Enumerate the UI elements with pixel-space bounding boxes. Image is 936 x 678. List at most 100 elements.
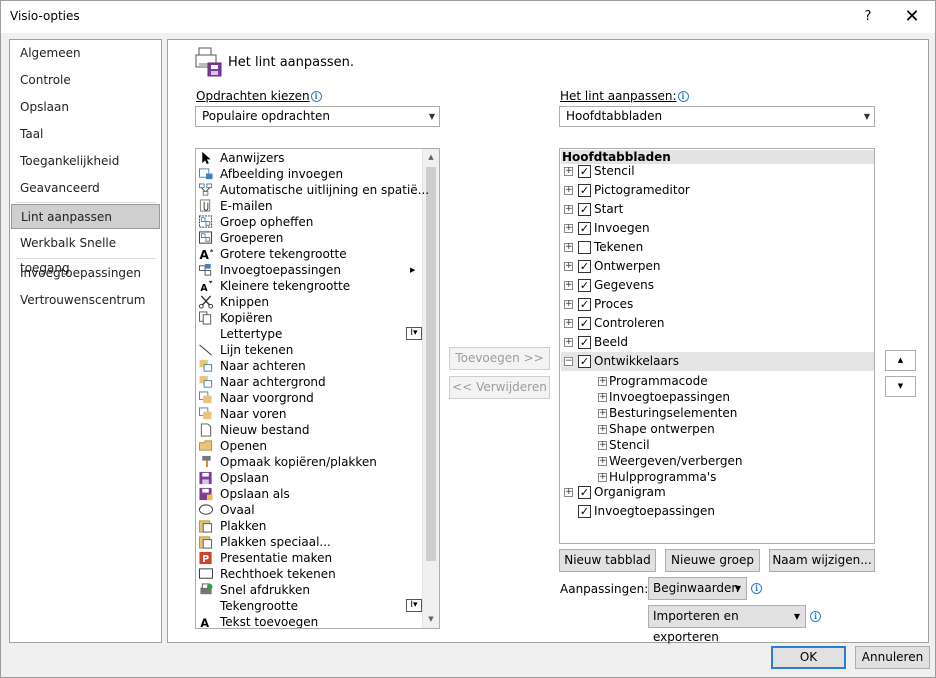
help-button[interactable]: ? [853, 5, 883, 29]
rename-button[interactable]: Naam wijzigen... [769, 549, 875, 572]
nav-item-lint-aanpassen[interactable]: Lint aanpassen [11, 204, 160, 229]
tree-tab-item[interactable]: + ✓ Stencil [561, 162, 874, 181]
nav-item-invoegtoepassingen[interactable]: Invoegtoepassingen [11, 261, 160, 286]
tab-checkbox[interactable]: ✓ [578, 203, 591, 216]
tab-checkbox[interactable]: ✓ [578, 486, 591, 499]
nav-item-toegankelijkheid[interactable]: Toegankelijkheid [11, 149, 160, 174]
move-up-button[interactable]: ▲ [885, 350, 916, 371]
add-button[interactable]: Toevoegen >> [449, 347, 550, 370]
nav-item-controle[interactable]: Controle [11, 68, 160, 93]
tab-checkbox[interactable]: ✓ [578, 184, 591, 197]
scroll-thumb[interactable] [426, 167, 436, 561]
nav-item-geavanceerd[interactable]: Geavanceerd [11, 176, 160, 201]
tab-checkbox[interactable]: ✓ [578, 336, 591, 349]
scroll-down-icon[interactable]: ▼ [423, 611, 439, 628]
tree-tab-item[interactable]: + ✓ Ontwerpen [561, 257, 874, 276]
command-item[interactable]: Naar voorgrond [198, 390, 420, 406]
reset-dropdown[interactable]: Beginwaarden ▼ [648, 577, 747, 600]
import-export-dropdown[interactable]: Importeren en exporteren ▼ [648, 605, 806, 644]
close-button[interactable]: ✕ [897, 5, 927, 29]
nav-item-algemeen[interactable]: Algemeen [11, 41, 160, 66]
collapse-icon[interactable]: − [564, 357, 573, 366]
command-item[interactable]: E-mailen [198, 198, 420, 214]
command-item[interactable]: Tekengrootte I▾ [198, 598, 422, 614]
expand-icon[interactable]: + [564, 262, 573, 271]
command-item[interactable]: Ovaal [198, 502, 420, 518]
command-item[interactable]: Naar achteren [198, 358, 420, 374]
ribbon-tabs-select[interactable]: Hoofdtabbladen ▼ [559, 106, 875, 127]
scroll-up-icon[interactable]: ▲ [423, 149, 439, 166]
info-icon[interactable]: i [751, 583, 762, 594]
command-item[interactable]: Opslaan [198, 470, 420, 486]
tab-checkbox[interactable]: ✓ [578, 279, 591, 292]
tab-checkbox[interactable]: ✓ [578, 317, 591, 330]
info-icon[interactable]: i [810, 611, 821, 622]
expand-icon[interactable]: + [564, 300, 573, 309]
ok-button[interactable]: OK [771, 646, 846, 669]
nav-item-werkbalk-snelle-toegang[interactable]: Werkbalk Snelle toegang [11, 231, 160, 275]
command-item[interactable]: Rechthoek tekenen [198, 566, 420, 582]
command-item[interactable]: Lettertype I▾ [198, 326, 422, 342]
expand-icon[interactable]: + [598, 441, 607, 450]
tab-checkbox[interactable]: ✓ [578, 165, 591, 178]
tree-tab-item[interactable]: + ✓ Invoegen [561, 219, 874, 238]
expand-icon[interactable]: + [598, 457, 607, 466]
command-item[interactable]: Opslaan als [198, 486, 420, 502]
expand-icon[interactable]: + [564, 338, 573, 347]
commands-source-select[interactable]: Populaire opdrachten ▼ [195, 106, 440, 127]
tree-tab-item[interactable]: − ✓ Ontwikkelaars [561, 352, 874, 371]
expand-icon[interactable]: + [598, 425, 607, 434]
command-item[interactable]: Groeperen [198, 230, 420, 246]
command-item[interactable]: A Tekst toevoegen [198, 614, 420, 628]
info-icon[interactable]: i [677, 91, 689, 102]
command-item[interactable]: Lijn tekenen [198, 342, 420, 358]
tab-checkbox[interactable] [578, 241, 591, 254]
tab-checkbox[interactable]: ✓ [578, 355, 591, 368]
expand-icon[interactable]: + [598, 377, 607, 386]
command-item[interactable]: Naar achtergrond [198, 374, 420, 390]
command-item[interactable]: Opmaak kopiëren/plakken [198, 454, 420, 470]
expand-icon[interactable]: + [564, 319, 573, 328]
new-tab-button[interactable]: Nieuw tabblad [559, 549, 656, 572]
tree-tab-item[interactable]: ✓ Invoegtoepassingen [561, 502, 874, 521]
tab-checkbox[interactable]: ✓ [578, 260, 591, 273]
command-item[interactable]: Kopiëren [198, 310, 420, 326]
command-item[interactable]: Snel afdrukken [198, 582, 420, 598]
tree-tab-item[interactable]: + ✓ Start [561, 200, 874, 219]
tree-tab-item[interactable]: + ✓ Gegevens [561, 276, 874, 295]
expand-icon[interactable]: + [564, 205, 573, 214]
command-item[interactable]: Plakken speciaal... [198, 534, 420, 550]
nav-item-opslaan[interactable]: Opslaan [11, 95, 160, 120]
nav-item-vertrouwenscentrum[interactable]: Vertrouwenscentrum [11, 288, 160, 313]
command-item[interactable]: Nieuw bestand [198, 422, 420, 438]
expand-icon[interactable]: + [564, 243, 573, 252]
command-item[interactable]: Aanwijzers [198, 150, 420, 166]
command-item[interactable]: Plakken [198, 518, 420, 534]
command-item[interactable]: Openen [198, 438, 420, 454]
nav-item-taal[interactable]: Taal [11, 122, 160, 147]
move-down-button[interactable]: ▼ [885, 376, 916, 397]
tab-checkbox[interactable]: ✓ [578, 505, 591, 518]
ribbon-tree[interactable]: Hoofdtabbladen + ✓ Stencil + ✓ Pictogramedito… [559, 148, 875, 544]
command-item[interactable]: Knippen [198, 294, 420, 310]
tree-tab-item[interactable]: + ✓ Proces [561, 295, 874, 314]
expand-icon[interactable]: + [598, 473, 607, 482]
cancel-button[interactable]: Annuleren [855, 646, 930, 669]
tree-tab-item[interactable]: + ✓ Organigram [561, 483, 874, 502]
expand-icon[interactable]: + [564, 167, 573, 176]
commands-scrollbar[interactable]: ▲ ▼ [422, 149, 439, 628]
tree-tab-item[interactable]: + Tekenen [561, 238, 874, 257]
tab-checkbox[interactable]: ✓ [578, 222, 591, 235]
tree-tab-item[interactable]: + ✓ Pictogrameditor [561, 181, 874, 200]
expand-icon[interactable]: + [598, 393, 607, 402]
command-item[interactable]: Afbeelding invoegen [198, 166, 420, 182]
tree-tab-item[interactable]: + ✓ Beeld [561, 333, 874, 352]
command-item[interactable]: A Grotere tekengrootte [198, 246, 420, 262]
command-item[interactable]: A Kleinere tekengrootte [198, 278, 420, 294]
command-item[interactable]: Naar voren [198, 406, 420, 422]
expand-icon[interactable]: + [598, 409, 607, 418]
command-item[interactable]: Automatische uitlijning en spatië... [198, 182, 429, 198]
command-item[interactable]: Invoegtoepassingen ▶ [198, 262, 420, 278]
command-item[interactable]: P Presentatie maken [198, 550, 420, 566]
new-group-button[interactable]: Nieuwe groep [665, 549, 760, 572]
